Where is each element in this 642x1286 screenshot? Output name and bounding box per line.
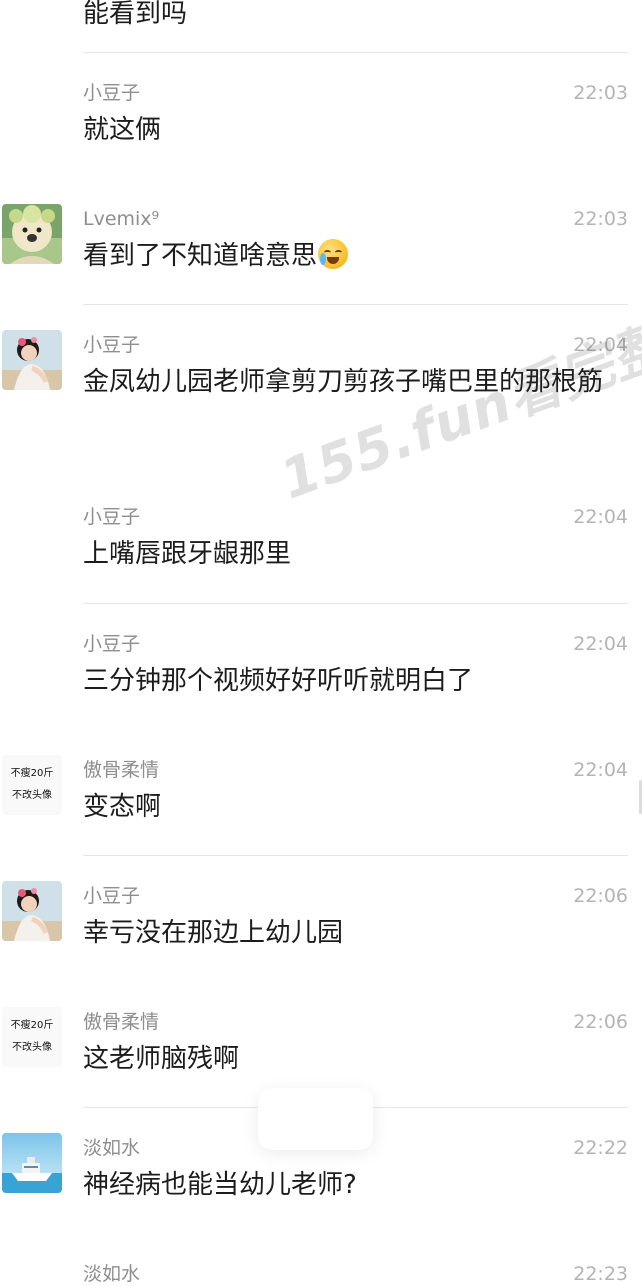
avatar-text-line: 不改头像 xyxy=(12,1042,52,1053)
message-time: 22:04 xyxy=(573,633,628,655)
sender-name[interactable]: 淡如水 xyxy=(83,1136,140,1160)
message-text: 就这俩 xyxy=(83,115,162,145)
message-text: 三分钟那个视频好好听听就明白了 xyxy=(83,666,474,696)
sender-name[interactable]: 小豆子 xyxy=(83,632,140,656)
message-text-row: 看到了不知道啥意思 xyxy=(83,233,613,280)
message-time: 22:03 xyxy=(573,82,628,104)
sender-name[interactable]: 小豆子 xyxy=(83,884,140,908)
sender-name[interactable]: 小豆子 xyxy=(83,333,140,357)
sender-name[interactable]: 傲骨柔情 xyxy=(83,1010,159,1034)
message-time: 22:06 xyxy=(573,885,628,907)
floating-button[interactable] xyxy=(258,1088,373,1150)
message-divider xyxy=(83,855,628,856)
avatar-text-line: 不瘦20斤 xyxy=(10,1020,54,1031)
avatar[interactable] xyxy=(2,881,62,941)
avatar-text-line: 不改头像 xyxy=(12,790,52,801)
avatar-girl-image xyxy=(2,330,62,390)
message-time: 22:04 xyxy=(573,506,628,528)
message-text: 这老师脑残啊 xyxy=(83,1044,240,1074)
avatar-text-line: 不瘦20斤 xyxy=(10,768,54,779)
message-text: 幸亏没在那边上幼儿园 xyxy=(83,918,344,948)
message-time: 22:04 xyxy=(573,759,628,781)
message-divider xyxy=(83,304,628,305)
avatar-ship-image xyxy=(2,1133,62,1193)
sender-name[interactable]: 小豆子 xyxy=(83,505,140,529)
sender-name[interactable]: 小豆子 xyxy=(83,81,140,105)
avatar-bear-image xyxy=(2,204,62,264)
avatar[interactable]: 不瘦20斤 不改头像 xyxy=(2,1007,62,1067)
message-time: 22:03 xyxy=(573,208,628,230)
message-divider xyxy=(83,603,628,604)
avatar[interactable] xyxy=(2,330,62,390)
avatar[interactable] xyxy=(2,1133,62,1193)
message-text: 上嘴唇跟牙龈那里 xyxy=(83,539,292,569)
message-time: 22:06 xyxy=(573,1011,628,1033)
avatar-girl-image xyxy=(2,881,62,941)
avatar[interactable]: 不瘦20斤 不改头像 xyxy=(2,755,62,815)
avatar[interactable] xyxy=(2,204,62,264)
message-text: 变态啊 xyxy=(83,792,162,822)
message-divider xyxy=(83,52,628,53)
sender-name[interactable]: 淡如水 xyxy=(83,1262,140,1286)
sender-name[interactable]: Lvemix⁹ xyxy=(83,207,159,231)
message-text: 能看到吗 xyxy=(83,0,188,29)
message-time: 22:23 xyxy=(573,1263,628,1285)
sender-name[interactable]: 傲骨柔情 xyxy=(83,758,159,782)
message-text: 神经病也能当幼儿老师? xyxy=(83,1170,357,1200)
message-time: 22:22 xyxy=(573,1137,628,1159)
face-with-tears-icon xyxy=(318,239,349,269)
message-text: 看到了不知道啥意思 xyxy=(83,241,318,271)
